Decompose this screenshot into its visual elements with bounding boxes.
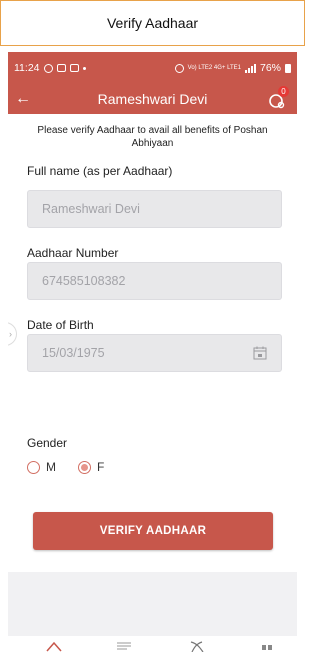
intro-text: Please verify Aadhaar to avail all benef… bbox=[37, 125, 268, 149]
screenshot-caption: Verify Aadhaar bbox=[0, 0, 305, 46]
verify-aadhaar-button[interactable]: VERIFY AADHAAR bbox=[33, 512, 273, 550]
chat-icon bbox=[69, 64, 79, 72]
status-time: 11:24 bbox=[14, 62, 40, 74]
list-icon[interactable] bbox=[115, 640, 133, 652]
full-name-label: Full name (as per Aadhaar) bbox=[27, 164, 173, 178]
whatsapp-icon bbox=[43, 63, 53, 73]
app-bar: ← Rameshwari Devi 0 bbox=[8, 84, 297, 114]
signal-icon bbox=[244, 63, 256, 73]
aadhaar-number-label: Aadhaar Number bbox=[27, 246, 119, 260]
gender-radio-group: M F bbox=[27, 460, 126, 474]
calendar-icon[interactable] bbox=[253, 346, 267, 360]
dob-label: Date of Birth bbox=[27, 318, 94, 332]
gallery-icon bbox=[56, 64, 66, 72]
page-title: Rameshwari Devi bbox=[97, 91, 208, 107]
aadhaar-number-value: 674585108382 bbox=[42, 274, 126, 288]
dob-value: 15/03/1975 bbox=[42, 346, 105, 360]
alarm-icon bbox=[174, 63, 184, 73]
more-dot-icon bbox=[82, 66, 86, 70]
verify-form-card: Please verify Aadhaar to avail all benef… bbox=[8, 114, 297, 572]
verify-aadhaar-label: VERIFY AADHAAR bbox=[99, 525, 207, 537]
status-bar: 11:24 Vo) LTE2 4G+ LTE1 76% bbox=[8, 52, 297, 84]
notification-badge: 0 bbox=[278, 86, 289, 97]
battery-percent: 76% bbox=[259, 62, 281, 74]
caption-title: Verify Aadhaar bbox=[106, 15, 199, 31]
phone-screen: 11:24 Vo) LTE2 4G+ LTE1 76% ← Rameshwari… bbox=[8, 52, 297, 652]
gender-radio-m[interactable] bbox=[27, 460, 40, 474]
aadhaar-number-field[interactable]: 674585108382 bbox=[27, 262, 282, 300]
bottom-nav bbox=[8, 636, 297, 652]
full-name-field[interactable]: Rameshwari Devi bbox=[27, 190, 282, 228]
grid-icon[interactable] bbox=[258, 640, 276, 652]
network-indicator: Vo) LTE2 4G+ LTE1 bbox=[187, 65, 241, 71]
gender-option-m-label: M bbox=[46, 460, 56, 474]
gender-radio-f[interactable] bbox=[78, 460, 91, 474]
gender-label: Gender bbox=[27, 436, 68, 450]
home-icon[interactable] bbox=[45, 640, 63, 652]
notification-button[interactable]: 0 bbox=[267, 86, 289, 110]
full-name-value: Rameshwari Devi bbox=[42, 202, 140, 216]
cross-icon[interactable] bbox=[188, 640, 206, 652]
dob-field[interactable]: 15/03/1975 bbox=[27, 334, 282, 372]
gender-option-f-label: F bbox=[97, 460, 105, 474]
back-arrow-icon[interactable]: ← bbox=[12, 88, 34, 110]
battery-icon bbox=[285, 63, 291, 73]
